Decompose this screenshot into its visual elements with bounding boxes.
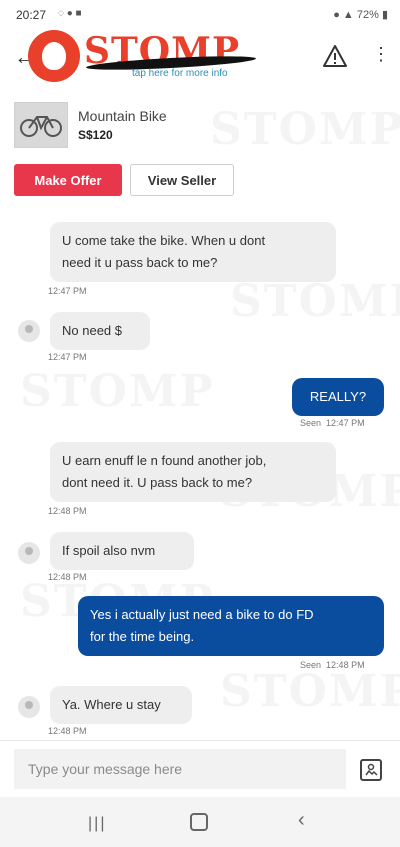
image-attach-icon[interactable]: [360, 759, 382, 781]
message-timestamp: 12:48 PM: [48, 572, 87, 582]
chat-header: ← STOMP tap here for more info ⋮: [0, 26, 400, 88]
product-price: S$120: [78, 128, 113, 142]
message-line: dont need it. U pass back to me?: [62, 475, 253, 490]
message-line: for the time being.: [90, 629, 195, 644]
chat-messages[interactable]: STOMP STOMP STOMP STOMP STOMP STOMP U co…: [0, 104, 400, 740]
message-line: No need $: [62, 323, 122, 338]
message-timestamp: 12:48 PM: [48, 726, 87, 736]
watermark: STOMP: [20, 366, 215, 417]
logo-footprint-icon: [28, 30, 80, 82]
sender-avatar[interactable]: [18, 320, 40, 342]
message-bubble-incoming: If spoil also nvm: [50, 532, 194, 570]
message-bubble-outgoing: REALLY?: [292, 378, 384, 416]
message-bubble-incoming: No need $: [50, 312, 150, 350]
recent-apps-icon[interactable]: |||: [88, 815, 106, 833]
system-nav-bar: ||| ‹: [0, 797, 400, 847]
message-line: REALLY?: [309, 389, 367, 404]
bicycle-icon: [20, 116, 62, 137]
battery-level: 72%: [356, 9, 379, 21]
message-bubble-incoming: U come take the bike. When u dont need i…: [50, 222, 336, 282]
warning-icon[interactable]: [322, 44, 348, 68]
message-line: If spoil also nvm: [62, 543, 156, 558]
message-timestamp: 12:48 PM: [48, 506, 87, 516]
message-timestamp: 12:48 PM: [326, 660, 365, 670]
view-seller-button[interactable]: View Seller: [130, 164, 234, 196]
stomp-logo[interactable]: STOMP tap here for more info: [28, 28, 268, 84]
home-icon[interactable]: [190, 813, 208, 831]
message-status: Seen 12:47 PM: [300, 418, 365, 428]
product-name: Mountain Bike: [78, 108, 167, 124]
make-offer-button[interactable]: Make Offer: [14, 164, 122, 196]
status-bar: 20:27 ◌ ● ■ ● ▲ 72% ▮: [0, 0, 400, 26]
message-bubble-outgoing: Yes i actually just need a bike to do FD…: [78, 596, 384, 656]
system-back-icon[interactable]: ‹: [298, 809, 305, 832]
seen-label: Seen: [300, 660, 322, 670]
message-bubble-incoming: Ya. Where u stay: [50, 686, 192, 724]
message-line: U earn enuff le n found another job,: [62, 453, 267, 468]
status-right: ● ▲ 72% ▮: [333, 9, 388, 21]
seen-label: Seen: [300, 418, 322, 428]
watermark: STOMP: [230, 276, 400, 327]
message-input[interactable]: [14, 749, 346, 789]
message-bubble-incoming: U earn enuff le n found another job, don…: [50, 442, 336, 502]
message-status: Seen 12:48 PM: [300, 660, 365, 670]
logo-tagline: tap here for more info: [132, 68, 228, 79]
message-timestamp: 12:47 PM: [48, 286, 87, 296]
message-line: Ya. Where u stay: [62, 697, 161, 712]
message-line: Yes i actually just need a bike to do FD: [90, 607, 314, 622]
message-composer: [0, 740, 400, 797]
sender-avatar[interactable]: [18, 542, 40, 564]
message-timestamp: 12:47 PM: [326, 418, 365, 428]
status-time: 20:27: [16, 8, 47, 22]
message-timestamp: 12:47 PM: [48, 352, 87, 362]
message-line: need it u pass back to me?: [62, 255, 218, 270]
product-thumbnail: [14, 102, 68, 148]
watermark: STOMP: [210, 104, 400, 155]
sender-avatar[interactable]: [18, 696, 40, 718]
watermark: STOMP: [220, 666, 400, 717]
notification-icons: ◌ ● ■: [58, 8, 82, 19]
more-options-icon[interactable]: ⋮: [372, 44, 390, 65]
message-line: U come take the bike. When u dont: [62, 233, 266, 248]
